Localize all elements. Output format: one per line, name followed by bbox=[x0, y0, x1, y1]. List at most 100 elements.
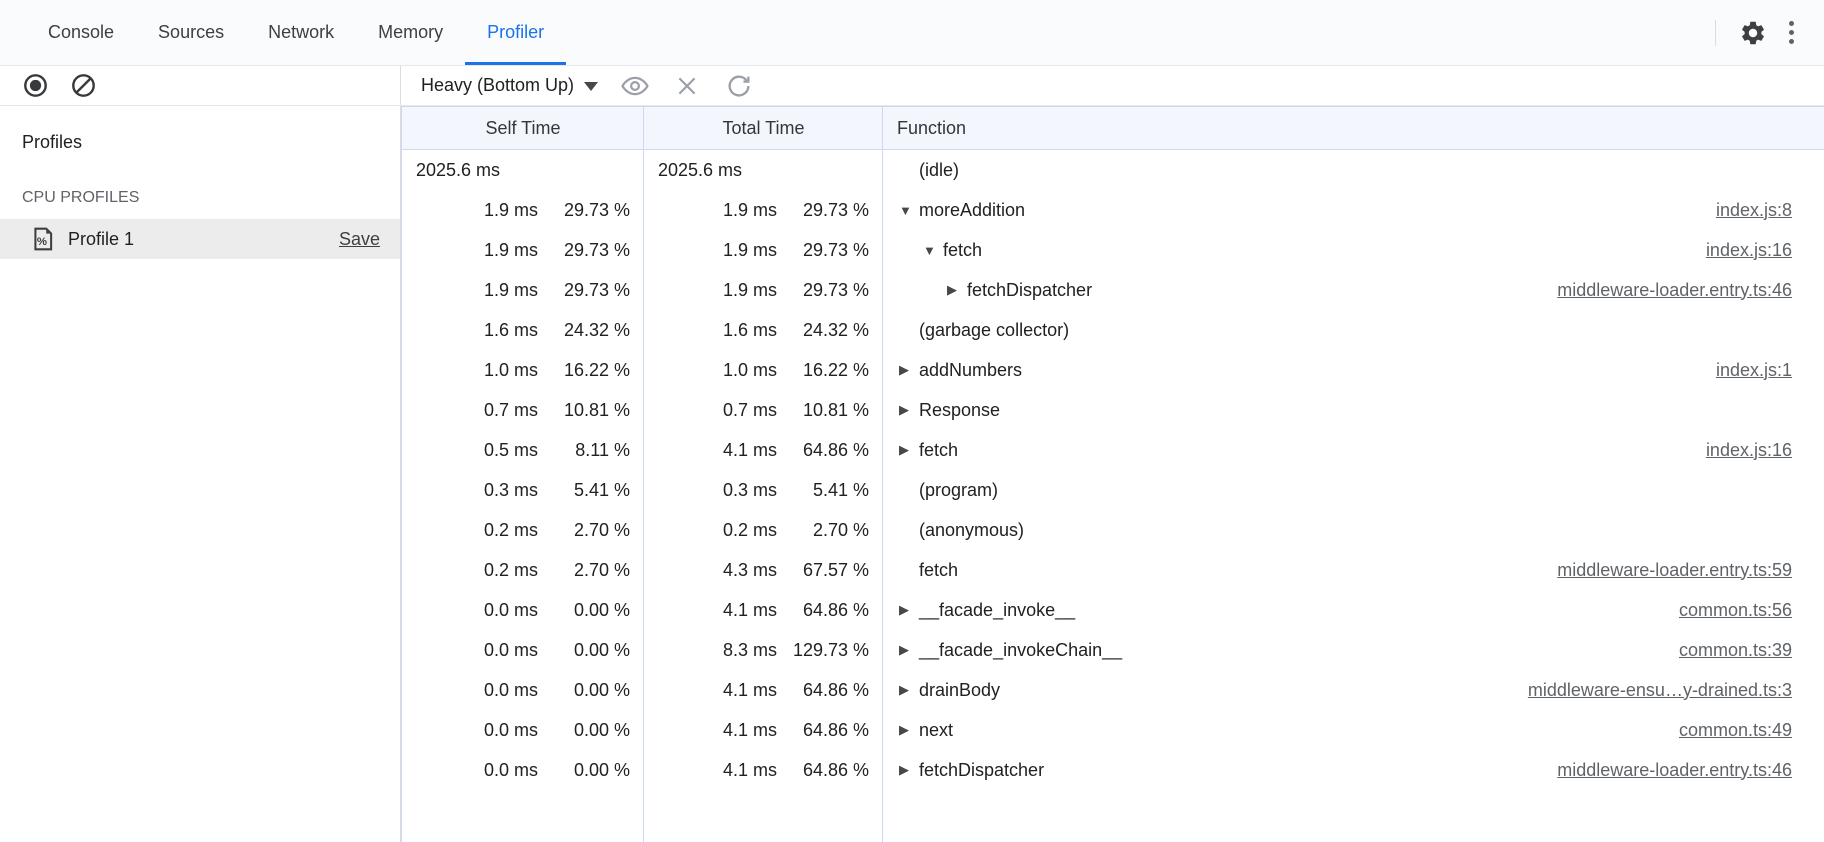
profiles-sidebar: Profiles CPU PROFILES % Profile 1 Save bbox=[0, 106, 401, 842]
header-self-time[interactable]: Self Time bbox=[402, 118, 644, 139]
profiles-title: Profiles bbox=[0, 132, 400, 153]
view-controls: Heavy (Bottom Up) bbox=[401, 66, 1824, 105]
collapsed-arrow-icon[interactable]: ▶ bbox=[899, 362, 919, 378]
time-percent-value: 24.32 % bbox=[777, 320, 869, 341]
function-name: (garbage collector) bbox=[919, 320, 1069, 341]
table-row[interactable]: 0.2 ms2.70 %0.2 ms2.70 %(anonymous) bbox=[402, 510, 1824, 550]
table-row[interactable]: 0.2 ms2.70 %4.3 ms67.57 %fetchmiddleware… bbox=[402, 550, 1824, 590]
time-ms-value: 1.0 ms bbox=[416, 360, 538, 381]
tab-console[interactable]: Console bbox=[26, 0, 136, 65]
svg-text:%: % bbox=[37, 236, 47, 248]
function-name: fetchDispatcher bbox=[967, 280, 1092, 301]
time-ms-value: 0.7 ms bbox=[416, 400, 538, 421]
source-link[interactable]: middleware-loader.entry.ts:59 bbox=[1537, 560, 1792, 581]
tabbar-right-controls bbox=[1715, 0, 1824, 65]
kebab-menu-icon[interactable] bbox=[1772, 14, 1810, 52]
collapsed-arrow-icon[interactable]: ▶ bbox=[899, 642, 919, 658]
self-time-cell: 0.2 ms2.70 % bbox=[402, 510, 644, 550]
tab-sources[interactable]: Sources bbox=[136, 0, 246, 65]
time-ms-value: 4.1 ms bbox=[658, 760, 777, 781]
table-row[interactable]: 0.5 ms8.11 %4.1 ms64.86 %▶fetchindex.js:… bbox=[402, 430, 1824, 470]
source-link[interactable]: index.js:16 bbox=[1686, 440, 1792, 461]
self-time-cell: 1.0 ms16.22 % bbox=[402, 350, 644, 390]
profiler-main: Profiles CPU PROFILES % Profile 1 Save S… bbox=[0, 106, 1824, 842]
header-function[interactable]: Function bbox=[883, 118, 1824, 139]
time-percent-value: 0.00 % bbox=[538, 760, 630, 781]
profile-file-icon: % bbox=[30, 226, 56, 252]
function-cell: ▼fetchindex.js:16 bbox=[883, 230, 1824, 270]
table-row[interactable]: 2025.6 ms2025.6 ms(idle) bbox=[402, 150, 1824, 190]
collapsed-arrow-icon[interactable]: ▶ bbox=[899, 442, 919, 458]
function-name: __facade_invoke__ bbox=[919, 600, 1075, 621]
record-button[interactable] bbox=[16, 67, 54, 105]
function-cell: ▶addNumbersindex.js:1 bbox=[883, 350, 1824, 390]
time-ms-value: 0.0 ms bbox=[416, 680, 538, 701]
collapsed-arrow-icon[interactable]: ▶ bbox=[899, 682, 919, 698]
time-percent-value: 129.73 % bbox=[777, 640, 869, 661]
save-profile-link[interactable]: Save bbox=[339, 229, 380, 250]
source-link[interactable]: index.js:8 bbox=[1696, 200, 1792, 221]
source-link[interactable]: middleware-loader.entry.ts:46 bbox=[1537, 760, 1792, 781]
self-time-cell: 0.0 ms0.00 % bbox=[402, 670, 644, 710]
tab-network[interactable]: Network bbox=[246, 0, 356, 65]
function-cell: (idle) bbox=[883, 150, 1824, 190]
tab-profiler[interactable]: Profiler bbox=[465, 0, 566, 65]
table-row[interactable]: 1.0 ms16.22 %1.0 ms16.22 %▶addNumbersind… bbox=[402, 350, 1824, 390]
time-ms-value: 0.0 ms bbox=[416, 600, 538, 621]
time-ms-value: 0.2 ms bbox=[658, 520, 777, 541]
collapsed-arrow-icon[interactable]: ▶ bbox=[899, 602, 919, 618]
devtools-tabbar: Console Sources Network Memory Profiler bbox=[0, 0, 1824, 66]
profile-item[interactable]: % Profile 1 Save bbox=[0, 219, 400, 259]
tab-memory[interactable]: Memory bbox=[356, 0, 465, 65]
column-divider[interactable] bbox=[643, 106, 644, 842]
source-link[interactable]: index.js:16 bbox=[1686, 240, 1792, 261]
exclude-x-icon[interactable] bbox=[668, 67, 706, 105]
table-row[interactable]: 1.6 ms24.32 %1.6 ms24.32 %(garbage colle… bbox=[402, 310, 1824, 350]
table-row[interactable]: 1.9 ms29.73 %1.9 ms29.73 %▼fetchindex.js… bbox=[402, 230, 1824, 270]
time-percent-value: 2.70 % bbox=[538, 520, 630, 541]
source-link[interactable]: common.ts:39 bbox=[1659, 640, 1792, 661]
source-link[interactable]: middleware-loader.entry.ts:46 bbox=[1537, 280, 1792, 301]
time-ms-value: 4.1 ms bbox=[658, 440, 777, 461]
clear-profiles-button[interactable] bbox=[64, 67, 102, 105]
source-link[interactable]: common.ts:56 bbox=[1659, 600, 1792, 621]
view-mode-label: Heavy (Bottom Up) bbox=[421, 75, 574, 96]
function-name: (idle) bbox=[919, 160, 959, 181]
collapsed-arrow-icon[interactable]: ▶ bbox=[899, 402, 919, 418]
table-row[interactable]: 0.0 ms0.00 %4.1 ms64.86 %▶__facade_invok… bbox=[402, 590, 1824, 630]
table-row[interactable]: 1.9 ms29.73 %1.9 ms29.73 %▶fetchDispatch… bbox=[402, 270, 1824, 310]
table-row[interactable]: 0.0 ms0.00 %4.1 ms64.86 %▶nextcommon.ts:… bbox=[402, 710, 1824, 750]
total-time-cell: 2025.6 ms bbox=[644, 150, 883, 190]
collapsed-arrow-icon[interactable]: ▶ bbox=[899, 722, 919, 738]
function-name: fetchDispatcher bbox=[919, 760, 1044, 781]
time-ms-value: 2025.6 ms bbox=[658, 160, 777, 181]
column-divider[interactable] bbox=[882, 106, 883, 842]
focus-eye-icon[interactable] bbox=[616, 67, 654, 105]
time-percent-value: 0.00 % bbox=[538, 680, 630, 701]
table-row[interactable]: 0.7 ms10.81 %0.7 ms10.81 %▶Response bbox=[402, 390, 1824, 430]
function-name: (program) bbox=[919, 480, 998, 501]
table-row[interactable]: 0.3 ms5.41 %0.3 ms5.41 %(program) bbox=[402, 470, 1824, 510]
settings-gear-icon[interactable] bbox=[1734, 14, 1772, 52]
time-ms-value: 4.1 ms bbox=[658, 680, 777, 701]
function-name: drainBody bbox=[919, 680, 1000, 701]
table-row[interactable]: 0.0 ms0.00 %8.3 ms129.73 %▶__facade_invo… bbox=[402, 630, 1824, 670]
table-row[interactable]: 1.9 ms29.73 %1.9 ms29.73 %▼moreAdditioni… bbox=[402, 190, 1824, 230]
time-percent-value: 64.86 % bbox=[777, 600, 869, 621]
view-mode-dropdown[interactable]: Heavy (Bottom Up) bbox=[417, 75, 602, 96]
collapsed-arrow-icon[interactable]: ▶ bbox=[899, 762, 919, 778]
expanded-arrow-icon[interactable]: ▼ bbox=[899, 203, 919, 218]
header-total-time[interactable]: Total Time bbox=[644, 118, 883, 139]
table-row[interactable]: 0.0 ms0.00 %4.1 ms64.86 %▶drainBodymiddl… bbox=[402, 670, 1824, 710]
time-percent-value: 10.81 % bbox=[538, 400, 630, 421]
time-percent-value: 5.41 % bbox=[777, 480, 869, 501]
total-time-cell: 1.9 ms29.73 % bbox=[644, 270, 883, 310]
source-link[interactable]: index.js:1 bbox=[1696, 360, 1792, 381]
time-ms-value: 0.2 ms bbox=[416, 560, 538, 581]
table-row[interactable]: 0.0 ms0.00 %4.1 ms64.86 %▶fetchDispatche… bbox=[402, 750, 1824, 790]
expanded-arrow-icon[interactable]: ▼ bbox=[923, 243, 943, 258]
source-link[interactable]: middleware-ensu…y-drained.ts:3 bbox=[1508, 680, 1792, 701]
restore-refresh-icon[interactable] bbox=[720, 67, 758, 105]
collapsed-arrow-icon[interactable]: ▶ bbox=[947, 282, 967, 298]
source-link[interactable]: common.ts:49 bbox=[1659, 720, 1792, 741]
